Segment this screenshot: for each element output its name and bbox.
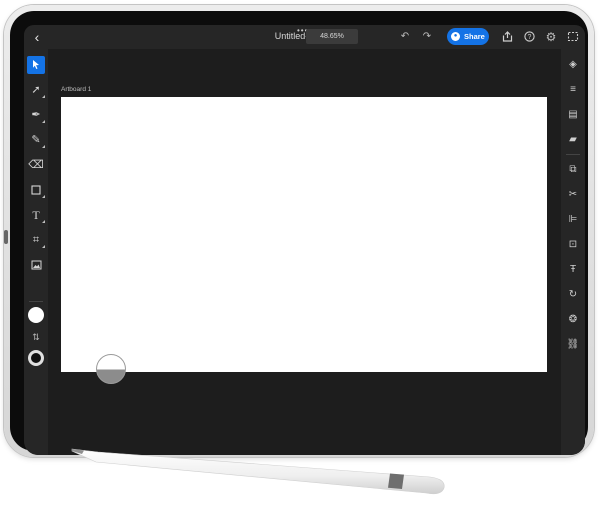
layers-icon: ◈ [569,59,577,70]
appearance-button[interactable]: ❂ [564,311,582,329]
select-tool[interactable] [27,56,45,74]
link-button[interactable]: ⛓ [564,336,582,354]
artboard[interactable] [61,97,547,372]
toolbar-divider [29,301,43,302]
swap-colors-button[interactable]: ⇅ [27,329,45,345]
layers-button[interactable]: ◈ [564,56,582,74]
link-icon: ⛓ [566,339,580,350]
chevron-left-icon: ‹ [34,29,40,45]
svg-text:?: ? [527,34,531,41]
zoom-level-field[interactable]: 48.65% [306,29,358,44]
scissors-button[interactable]: ✂ [564,186,582,204]
back-button[interactable]: ‹ [30,29,44,45]
eraser-tool[interactable]: ⌫ [27,156,45,174]
align-button[interactable]: ⊫ [564,211,582,229]
transform-button[interactable]: ⊡ [564,236,582,254]
rectangle-icon [31,185,41,195]
person-add-icon: ● [451,32,460,41]
type-icon: T [32,208,40,222]
app-screen: ••• ‹ Untitled-2 48.65% ↶ ↷ ● Share ? ⚙ … [24,25,585,455]
touch-shortcut-button[interactable] [96,354,126,384]
gear-icon: ⚙ [545,30,557,44]
properties-icon: ≡ [570,84,576,95]
fullscreen-button[interactable] [566,29,580,45]
artboard-label[interactable]: Artboard 1 [61,86,91,93]
pen-tool[interactable]: ✒ [27,106,45,124]
right-toolbar: ◈ ≡ ▤ ▰ ⧉ ✂ ⊫ ⊡ Ŧ ↻ ❂ ⛓ [561,49,585,455]
direct-select-icon: ➚ [31,84,41,96]
left-toolbar: ➚ ✒ ✎ ⌫ T ⌗ ⇅ [24,49,48,455]
export-button[interactable] [500,29,514,45]
tablet-frame: ••• ‹ Untitled-2 48.65% ↶ ↷ ● Share ? ⚙ … [4,5,594,457]
image-icon [31,260,41,270]
arrange-button[interactable]: ⧉ [564,161,582,179]
type-settings-button[interactable]: Ŧ [564,261,582,279]
comments-button[interactable]: ▰ [564,131,582,149]
place-image-tool[interactable] [27,256,45,274]
toolbar-divider [566,154,580,155]
undo-button[interactable]: ↶ [398,29,412,45]
fill-color-swatch[interactable] [28,307,44,323]
scissors-icon: ✂ [568,189,578,200]
direct-select-tool[interactable]: ➚ [27,81,45,99]
help-icon: ? [523,31,535,42]
type-settings-icon: Ŧ [569,264,577,275]
top-bar: ••• ‹ Untitled-2 48.65% ↶ ↷ ● Share ? ⚙ [24,25,585,49]
type-tool[interactable]: T [27,206,45,224]
fullscreen-icon [567,31,579,42]
pencil-tool[interactable]: ✎ [27,131,45,149]
rectangle-tool[interactable] [27,181,45,199]
path-icon: ↻ [568,289,578,300]
transform-icon: ⊡ [568,239,578,250]
crop-icon: ⌗ [32,234,40,246]
path-button[interactable]: ↻ [564,286,582,304]
swap-icon: ⇅ [32,332,40,342]
appearance-icon: ❂ [568,314,578,325]
share-button-label: Share [464,32,485,41]
libraries-button[interactable]: ▤ [564,106,582,124]
help-button[interactable]: ? [522,29,536,45]
settings-button[interactable]: ⚙ [544,29,558,45]
tablet-side-button [4,230,8,244]
properties-button[interactable]: ≡ [564,81,582,99]
redo-button[interactable]: ↷ [420,29,434,45]
align-icon: ⊫ [568,214,578,225]
pen-icon: ✒ [31,109,41,121]
export-icon [502,31,512,42]
pencil-icon: ✎ [31,134,41,146]
eraser-icon: ⌫ [28,159,44,171]
stylus-pencil-image [71,448,445,495]
comments-icon: ▰ [569,134,577,145]
share-button[interactable]: ● Share [447,28,489,45]
stroke-color-swatch[interactable] [28,350,44,366]
libraries-icon: ▤ [568,109,578,120]
undo-icon: ↶ [400,31,410,42]
crop-tool[interactable]: ⌗ [27,231,45,249]
arrange-icon: ⧉ [569,164,577,175]
redo-icon: ↷ [422,31,432,42]
arrow-pointer-icon [33,60,39,69]
